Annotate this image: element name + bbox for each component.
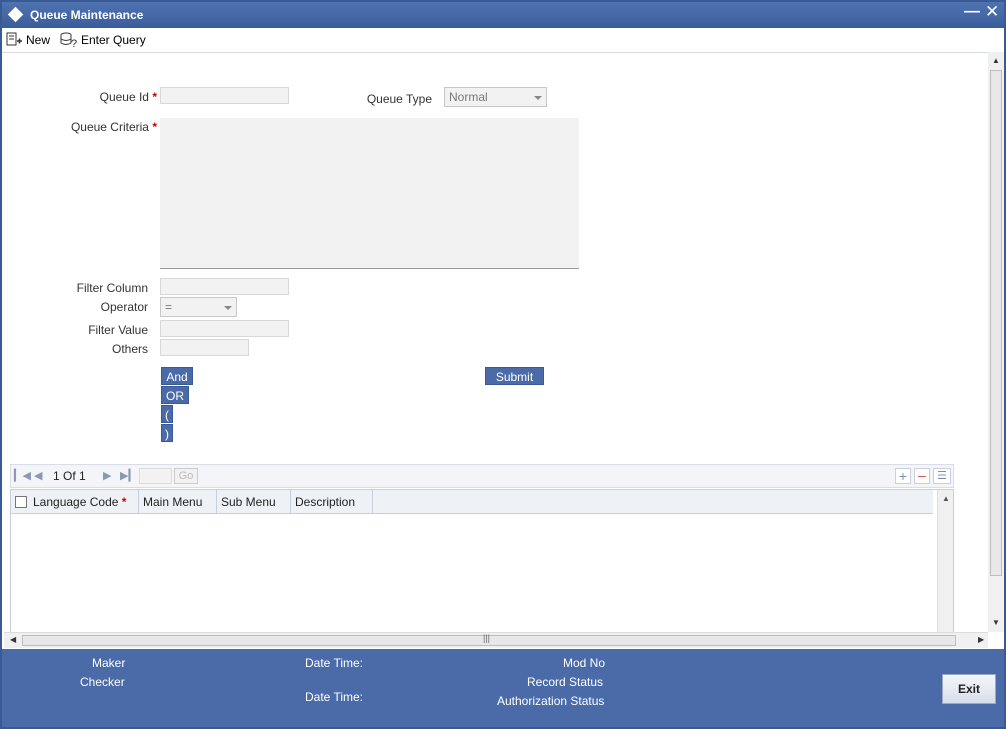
submit-button[interactable]: Submit: [485, 367, 544, 385]
language-grid: Language Code * Main Menu Sub Menu Descr…: [10, 489, 954, 634]
checker-date-time-label: Date Time:: [305, 690, 364, 704]
queue-type-label: Queue Type: [366, 92, 432, 106]
app-diamond-icon: [7, 6, 24, 23]
new-button-label: New: [26, 33, 51, 47]
window-title: Queue Maintenance: [30, 8, 144, 22]
authorization-status-label: Authorization Status: [497, 694, 605, 708]
open-paren-button[interactable]: (: [161, 405, 173, 423]
exit-button[interactable]: Exit: [942, 674, 996, 704]
grid-navigation-bar: ▎◀ ◀ 1 Of 1 ▶ ▶▎ Go + – ☰: [10, 464, 954, 488]
grid-header: Language Code * Main Menu Sub Menu Descr…: [11, 490, 933, 514]
last-page-icon[interactable]: ▶▎: [120, 469, 137, 482]
operator-label: Operator: [100, 300, 148, 314]
queue-type-value: Normal: [449, 90, 488, 104]
chevron-down-icon: [224, 306, 232, 310]
enter-query-button[interactable]: ? Enter Query: [60, 31, 146, 49]
close-paren-button[interactable]: ): [161, 424, 173, 442]
scroll-down-icon[interactable]: ▼: [992, 618, 1000, 627]
grid-vertical-scrollbar[interactable]: ▲: [937, 490, 953, 633]
add-row-icon[interactable]: +: [895, 468, 911, 484]
content-vertical-scrollbar[interactable]: ▲ ▼: [988, 52, 1004, 632]
queue-id-input[interactable]: [160, 87, 289, 104]
and-button[interactable]: And: [161, 367, 193, 385]
page-number-input[interactable]: [139, 468, 172, 484]
scroll-left-icon[interactable]: ◀: [10, 635, 16, 644]
maker-date-time-label: Date Time:: [305, 656, 364, 670]
chevron-down-icon: [534, 96, 542, 100]
first-page-icon[interactable]: ▎◀: [14, 469, 31, 482]
enter-query-button-label: Enter Query: [81, 33, 146, 47]
svg-text:?: ?: [71, 38, 77, 48]
close-icon[interactable]: ✕: [985, 2, 999, 22]
or-button[interactable]: OR: [161, 386, 189, 404]
new-document-icon: [6, 32, 22, 46]
record-status-label: Record Status: [527, 675, 604, 689]
grip-icon: |||: [483, 633, 491, 643]
single-view-icon[interactable]: ☰: [933, 468, 951, 484]
new-button[interactable]: New: [6, 31, 50, 49]
others-label: Others: [111, 342, 148, 356]
toolbar: New ? Enter Query: [2, 28, 1004, 52]
scroll-right-icon[interactable]: ▶: [978, 635, 984, 644]
select-all-checkbox[interactable]: [15, 495, 27, 508]
operator-value: =: [165, 300, 173, 314]
audit-footer: Maker Checker Date Time: Date Time: Mod …: [2, 649, 1004, 727]
column-sub-menu: Sub Menu: [217, 490, 291, 514]
others-input[interactable]: [160, 339, 249, 356]
filter-value-input[interactable]: [160, 320, 289, 337]
filter-column-input[interactable]: [160, 278, 289, 295]
queue-criteria-textarea[interactable]: [160, 118, 579, 269]
scrollbar-thumb[interactable]: [990, 70, 1002, 576]
grid-scroll-up-icon[interactable]: ▲: [942, 494, 950, 503]
column-language-code: Language Code *: [11, 490, 139, 514]
horizontal-scrollbar-thumb[interactable]: |||: [22, 633, 956, 646]
title-bar: Queue Maintenance — ✕: [2, 2, 1004, 28]
go-button[interactable]: Go: [174, 468, 198, 484]
filter-column-label: Filter Column: [76, 281, 148, 295]
queue-maintenance-window: Queue Maintenance — ✕ New ? Enter Query: [0, 0, 1006, 729]
checker-label: Checker: [80, 675, 125, 689]
filter-value-label: Filter Value: [88, 323, 148, 337]
delete-row-icon[interactable]: –: [914, 468, 930, 484]
queue-id-label: Queue Id *: [99, 90, 157, 104]
maker-label: Maker: [92, 656, 126, 670]
operator-select[interactable]: =: [160, 297, 237, 317]
mod-no-label: Mod No: [563, 656, 606, 670]
content-horizontal-scrollbar[interactable]: ◀ ||| ▶: [4, 632, 988, 648]
queue-type-select[interactable]: Normal: [444, 87, 547, 107]
column-description: Description: [291, 490, 373, 514]
query-icon: ?: [60, 32, 77, 48]
previous-page-icon[interactable]: ◀: [34, 469, 42, 482]
page-indicator: 1 Of 1: [53, 469, 86, 483]
next-page-icon[interactable]: ▶: [103, 469, 111, 482]
queue-criteria-label: Queue Criteria *: [70, 120, 157, 134]
minimize-icon[interactable]: —: [964, 3, 980, 21]
column-main-menu: Main Menu: [139, 490, 217, 514]
scroll-up-icon[interactable]: ▲: [992, 56, 1000, 65]
